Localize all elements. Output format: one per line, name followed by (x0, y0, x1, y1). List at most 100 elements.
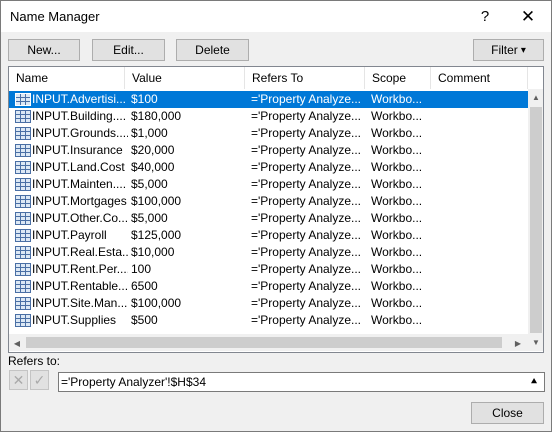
name-cell: INPUT.Building.... (32, 109, 127, 123)
refers-to-cell: ='Property Analyze... (251, 194, 362, 208)
scope-cell: Workbo... (371, 143, 423, 157)
dialog-title: Name Manager (10, 9, 100, 24)
value-cell: $40,000 (131, 160, 175, 174)
value-cell: 100 (131, 262, 152, 276)
named-range-icon (15, 144, 31, 157)
named-range-icon (15, 297, 31, 310)
name-row[interactable]: INPUT.Real.Esta... $10,000 ='Property Anal… (9, 244, 528, 261)
column-header-comment[interactable]: Comment (431, 67, 528, 89)
refers-to-cell: ='Property Analyze... (251, 126, 362, 140)
name-rows: INPUT.Advertisi... $100 ='Property Analyze… (9, 91, 528, 329)
value-cell: 6500 (131, 279, 158, 293)
name-row[interactable]: INPUT.Supplies $500 ='Property Analyze... W… (9, 312, 528, 329)
new-button-label: New... (27, 43, 61, 57)
names-list[interactable]: Name Value Refers To Scope Comment INPUT… (8, 66, 544, 353)
horizontal-scrollbar[interactable]: ◀ ▶ (9, 334, 528, 351)
named-range-icon (15, 178, 31, 191)
refers-to-cell: ='Property Analyze... (251, 92, 362, 106)
named-range-icon (15, 195, 31, 208)
filter-button[interactable]: Filter ▾ (473, 39, 544, 61)
vertical-scroll-thumb[interactable] (530, 107, 542, 333)
refers-to-field[interactable]: ⯅ (58, 372, 545, 392)
name-row[interactable]: INPUT.Insurance $20,000 ='Property Analyze… (9, 142, 528, 159)
named-range-icon (15, 212, 31, 225)
scroll-left-arrow-icon[interactable]: ◀ (9, 335, 25, 351)
list-header: Name Value Refers To Scope Comment (9, 67, 543, 89)
edit-button[interactable]: Edit... (92, 39, 165, 61)
scope-cell: Workbo... (371, 228, 423, 242)
name-row[interactable]: INPUT.Mainten.... $5,000 ='Property Analyz… (9, 176, 528, 193)
horizontal-scroll-thumb[interactable] (26, 337, 502, 348)
vertical-scrollbar[interactable]: ▲ (528, 89, 543, 334)
close-button-label: Close (492, 406, 523, 420)
scope-cell: Workbo... (371, 177, 423, 191)
refers-to-cell: ='Property Analyze... (251, 228, 362, 242)
value-cell: $125,000 (131, 228, 182, 242)
column-header-scope[interactable]: Scope (365, 67, 431, 89)
value-cell: $500 (131, 313, 158, 327)
name-cell: INPUT.Mortgages (32, 194, 127, 208)
scope-cell: Workbo... (371, 109, 423, 123)
name-cell: INPUT.Rent.Per.... (32, 262, 128, 276)
edit-button-label: Edit... (113, 43, 144, 57)
name-cell: INPUT.Insurance (32, 143, 123, 157)
scope-cell: Workbo... (371, 92, 423, 106)
collapse-dialog-icon[interactable]: ⯅ (525, 374, 543, 390)
name-row[interactable]: INPUT.Rentable.... 6500 ='Property Analyze… (9, 278, 528, 295)
value-cell: $20,000 (131, 143, 175, 157)
named-range-icon (15, 263, 31, 276)
value-cell: $1,000 (131, 126, 168, 140)
name-row[interactable]: INPUT.Other.Co... $5,000 ='Property Analyz… (9, 210, 528, 227)
value-cell: $5,000 (131, 177, 168, 191)
name-row[interactable]: INPUT.Grounds.... $1,000 ='Property Analyz… (9, 125, 528, 142)
scrollbar-corner: ▼ (528, 334, 543, 351)
value-cell: $10,000 (131, 245, 175, 259)
refers-to-cell: ='Property Analyze... (251, 262, 362, 276)
name-row[interactable]: INPUT.Land.Cost $40,000 ='Property Analyze… (9, 159, 528, 176)
scroll-up-arrow-icon[interactable]: ▲ (528, 89, 543, 105)
named-range-icon (15, 161, 31, 174)
name-cell: INPUT.Rentable.... (32, 279, 128, 293)
scope-cell: Workbo... (371, 313, 423, 327)
close-button[interactable]: Close (471, 402, 544, 424)
name-row[interactable]: INPUT.Building.... $180,000 ='Property Ana… (9, 108, 528, 125)
value-cell: $100 (131, 92, 158, 106)
name-cell: INPUT.Real.Esta... (32, 245, 128, 259)
name-row[interactable]: INPUT.Rent.Per.... 100 ='Property Analyze.… (9, 261, 528, 278)
scope-cell: Workbo... (371, 211, 423, 225)
column-header-name[interactable]: Name (9, 67, 125, 89)
new-button[interactable]: New... (8, 39, 80, 61)
refers-to-cell: ='Property Analyze... (251, 279, 362, 293)
column-header-refers-to[interactable]: Refers To (245, 67, 365, 89)
scope-cell: Workbo... (371, 160, 423, 174)
refers-to-cell: ='Property Analyze... (251, 296, 362, 310)
scroll-right-arrow-icon[interactable]: ▶ (510, 335, 526, 351)
scroll-down-arrow-icon[interactable]: ▼ (528, 334, 543, 350)
name-row[interactable]: INPUT.Mortgages $100,000 ='Property Analyz… (9, 193, 528, 210)
delete-button-label: Delete (195, 43, 230, 57)
filter-button-label: Filter (491, 43, 518, 57)
cancel-edit-icon[interactable]: ✕ (9, 370, 28, 390)
refers-to-cell: ='Property Analyze... (251, 245, 362, 259)
name-cell: INPUT.Site.Man... (32, 296, 128, 310)
refers-to-input[interactable] (61, 374, 521, 390)
value-cell: $5,000 (131, 211, 168, 225)
confirm-edit-icon[interactable]: ✓ (30, 370, 49, 390)
name-row[interactable]: INPUT.Site.Man... $100,000 ='Property Anal… (9, 295, 528, 312)
name-cell: INPUT.Land.Cost (32, 160, 125, 174)
named-range-icon (15, 314, 31, 327)
delete-button[interactable]: Delete (176, 39, 249, 61)
named-range-icon (15, 246, 31, 259)
help-button[interactable]: ? (463, 1, 507, 32)
refers-to-cell: ='Property Analyze... (251, 211, 362, 225)
scope-cell: Workbo... (371, 279, 423, 293)
named-range-icon (15, 110, 31, 123)
refers-to-label: Refers to: (8, 354, 61, 368)
name-row[interactable]: INPUT.Payroll $125,000 ='Property Analyze.… (9, 227, 528, 244)
column-header-value[interactable]: Value (125, 67, 245, 89)
close-window-button[interactable]: ✕ (506, 1, 550, 32)
name-row[interactable]: INPUT.Advertisi... $100 ='Property Analyze… (9, 91, 528, 108)
title-bar: Name Manager ? ✕ (1, 1, 551, 32)
scope-cell: Workbo... (371, 296, 423, 310)
value-cell: $100,000 (131, 194, 182, 208)
